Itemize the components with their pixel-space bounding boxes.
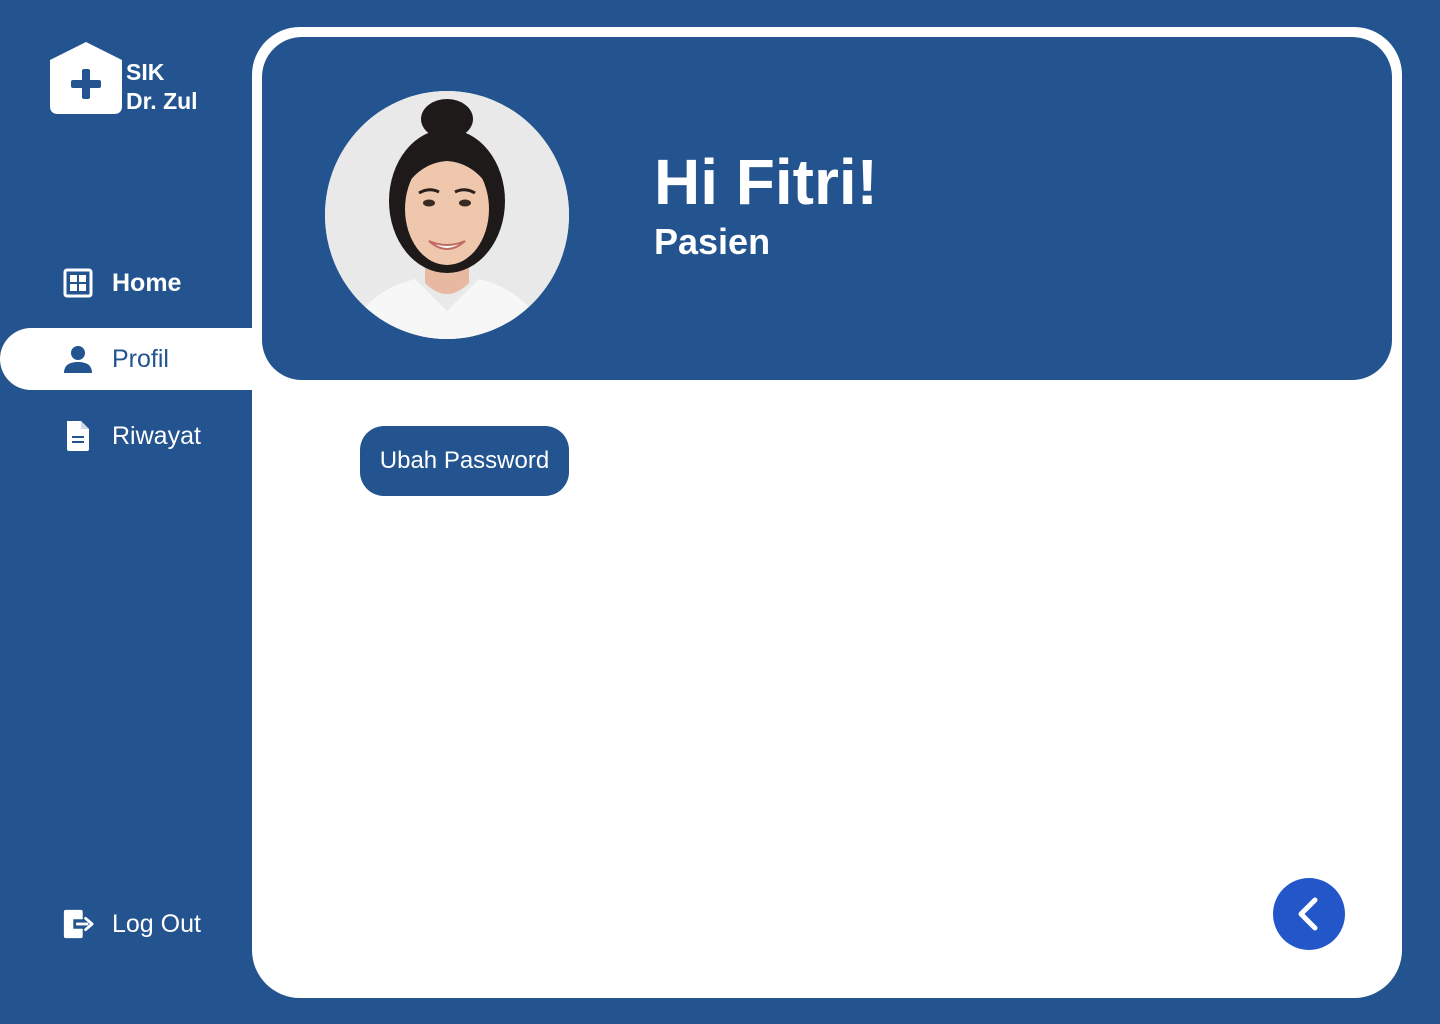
logout-label: Log Out [112, 909, 201, 938]
brand-line-2: Dr. Zul [126, 88, 198, 114]
document-icon [62, 420, 94, 452]
house-plus-icon [50, 42, 122, 114]
sidebar-item-home[interactable]: Home [0, 252, 252, 314]
sidebar-item-profil[interactable]: Profil [0, 328, 252, 390]
sidebar-item-label: Profil [112, 344, 169, 373]
logout-icon [62, 908, 94, 940]
user-role: Pasien [654, 221, 771, 262]
sidebar-item-label: Riwayat [112, 421, 201, 450]
sidebar-item-riwayat[interactable]: Riwayat [0, 405, 252, 467]
logout-button[interactable]: Log Out [0, 893, 252, 955]
back-button[interactable] [1273, 878, 1345, 950]
main-panel: Hi Fitri! Pasien Ubah Password [252, 27, 1402, 998]
profile-card: Hi Fitri! Pasien [262, 37, 1392, 380]
brand-logo[interactable]: SIK Dr. Zul [50, 42, 220, 116]
chevron-left-icon [1298, 897, 1318, 931]
sidebar-item-label: Home [112, 268, 182, 297]
grid-icon [62, 267, 94, 299]
brand-name: SIK Dr. Zul [126, 58, 198, 116]
user-icon [62, 343, 94, 375]
app-root: SIK Dr. Zul Home Profil Riwayat Log Out … [0, 0, 1440, 1024]
greeting-title: Hi Fitri! [654, 146, 878, 218]
avatar [325, 91, 569, 339]
brand-line-1: SIK [126, 59, 165, 85]
change-password-button[interactable]: Ubah Password [360, 426, 569, 496]
